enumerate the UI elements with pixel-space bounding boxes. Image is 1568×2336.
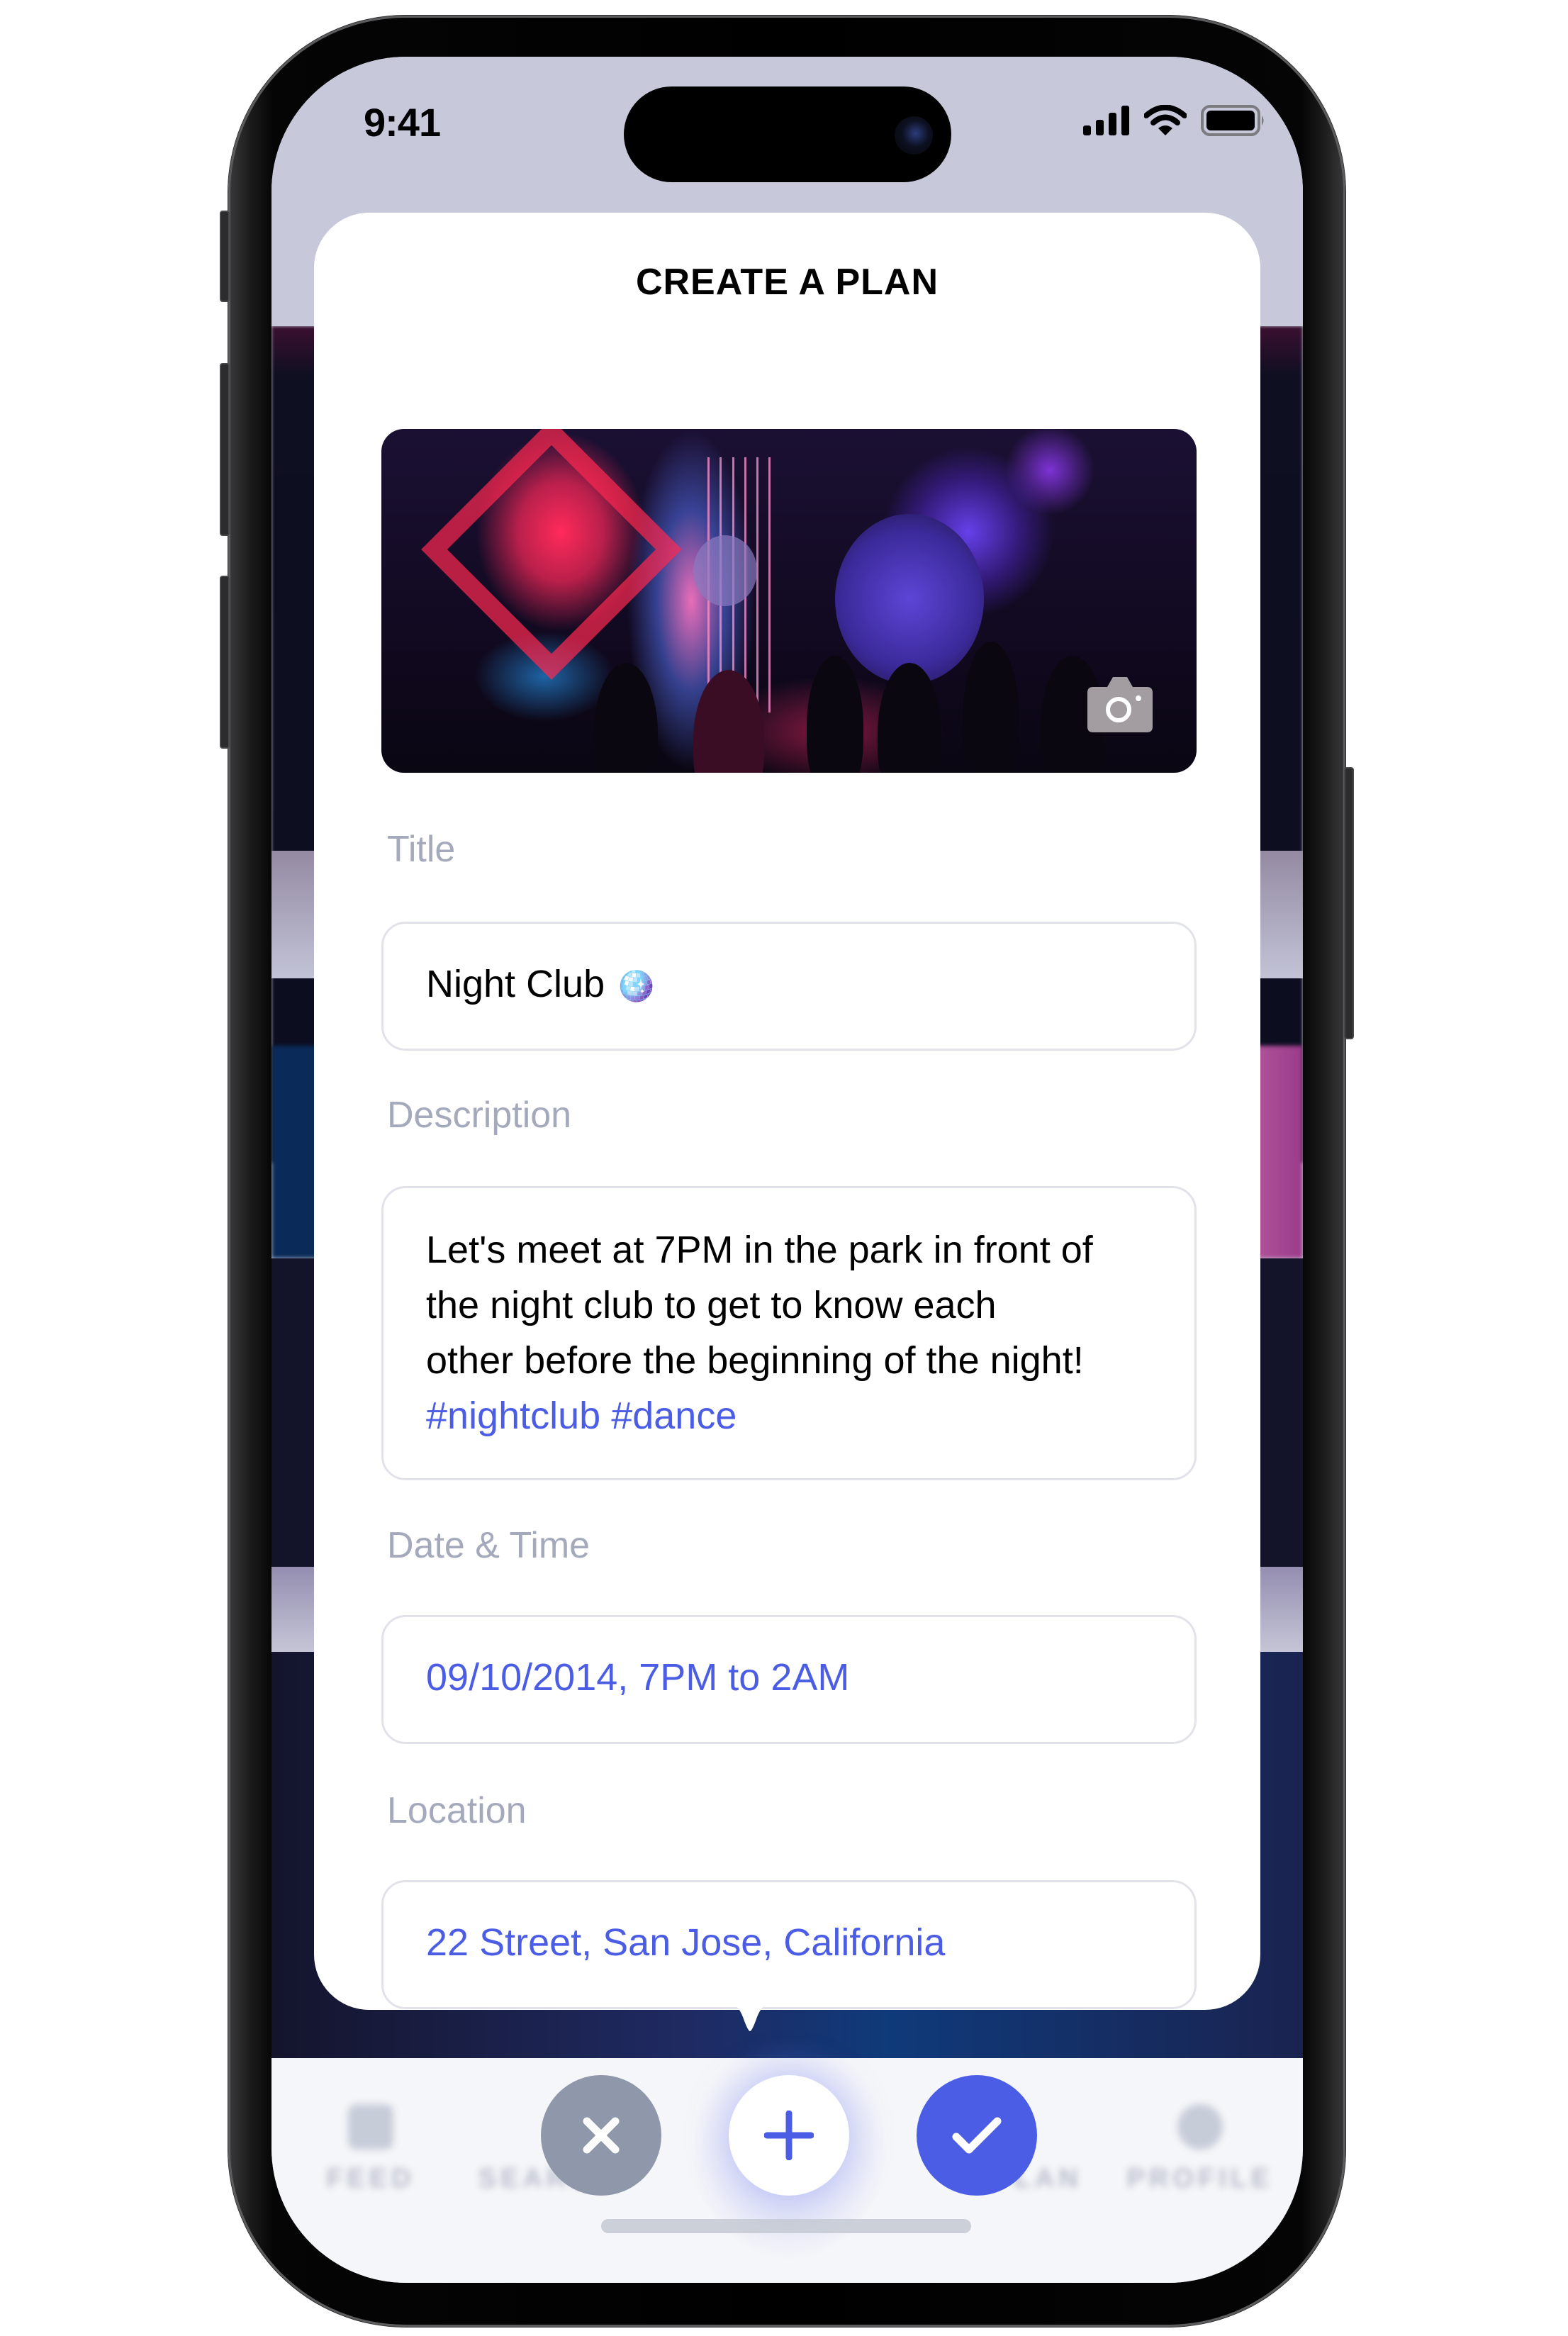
tab-profile-label: PROFILE xyxy=(1126,2164,1274,2194)
title-input[interactable]: Night Club 🪩 xyxy=(381,922,1197,1051)
camera-icon xyxy=(1087,677,1153,732)
status-icons xyxy=(1083,105,1266,136)
description-line: Let's meet at 7PM in the park in front o… xyxy=(426,1229,1093,1271)
front-camera-icon xyxy=(895,116,933,155)
cancel-button[interactable] xyxy=(541,2075,661,2196)
location-label: Location xyxy=(387,1790,527,1831)
description-label: Description xyxy=(387,1095,572,1136)
page-title: CREATE A PLAN xyxy=(635,262,939,303)
card-pointer xyxy=(729,2003,771,2031)
tab-feed-label: FEED xyxy=(326,2164,415,2194)
tab-profile[interactable]: PROFILE xyxy=(1122,2104,1278,2194)
location-input[interactable]: 22 Street, San Jose, California xyxy=(381,1880,1197,2009)
action-button xyxy=(220,211,230,302)
create-plan-card: CREATE A PLAN Title Night Club 🪩 Descrip… xyxy=(314,213,1260,2010)
tab-feed[interactable]: FEED xyxy=(300,2104,442,2194)
date-time-input[interactable]: 09/10/2014, 7PM to 2AM xyxy=(381,1615,1197,1744)
status-time: 9:41 xyxy=(364,100,441,145)
check-icon xyxy=(952,2117,1002,2154)
add-button[interactable] xyxy=(729,2075,849,2196)
disco-ball-emoji-icon: 🪩 xyxy=(615,967,656,1004)
battery-icon xyxy=(1201,105,1264,136)
plus-icon xyxy=(764,2111,814,2160)
date-time-label: Date & Time xyxy=(387,1525,590,1566)
close-icon xyxy=(583,2117,620,2154)
date-time-value: 09/10/2014, 7PM to 2AM xyxy=(426,1656,850,1699)
home-indicator[interactable] xyxy=(601,2219,971,2233)
description-line: other before the beginning of the night! xyxy=(426,1339,1084,1382)
profile-icon xyxy=(1177,2104,1223,2150)
title-value: Night Club xyxy=(426,963,605,1005)
phone-screen: 9:41 CREATE A PLAN Title Night Club 🪩 De… xyxy=(271,57,1303,2283)
wifi-icon xyxy=(1144,105,1187,135)
confirm-button[interactable] xyxy=(917,2075,1037,2196)
description-textarea[interactable]: Let's meet at 7PM in the park in front o… xyxy=(381,1186,1197,1480)
location-value: 22 Street, San Jose, California xyxy=(426,1921,946,1964)
cellular-signal-icon xyxy=(1083,106,1129,135)
title-label: Title xyxy=(387,829,456,870)
dynamic-island xyxy=(624,86,951,182)
change-photo-button[interactable] xyxy=(1086,671,1154,734)
volume-up-button xyxy=(220,363,230,536)
power-button xyxy=(1344,767,1354,1039)
description-line: the night club to get to know each xyxy=(426,1284,997,1326)
volume-down-button xyxy=(220,576,230,749)
feed-icon xyxy=(348,2104,393,2150)
cover-image[interactable] xyxy=(381,429,1197,773)
description-hashtags[interactable]: #nightclub #dance xyxy=(426,1388,1093,1443)
